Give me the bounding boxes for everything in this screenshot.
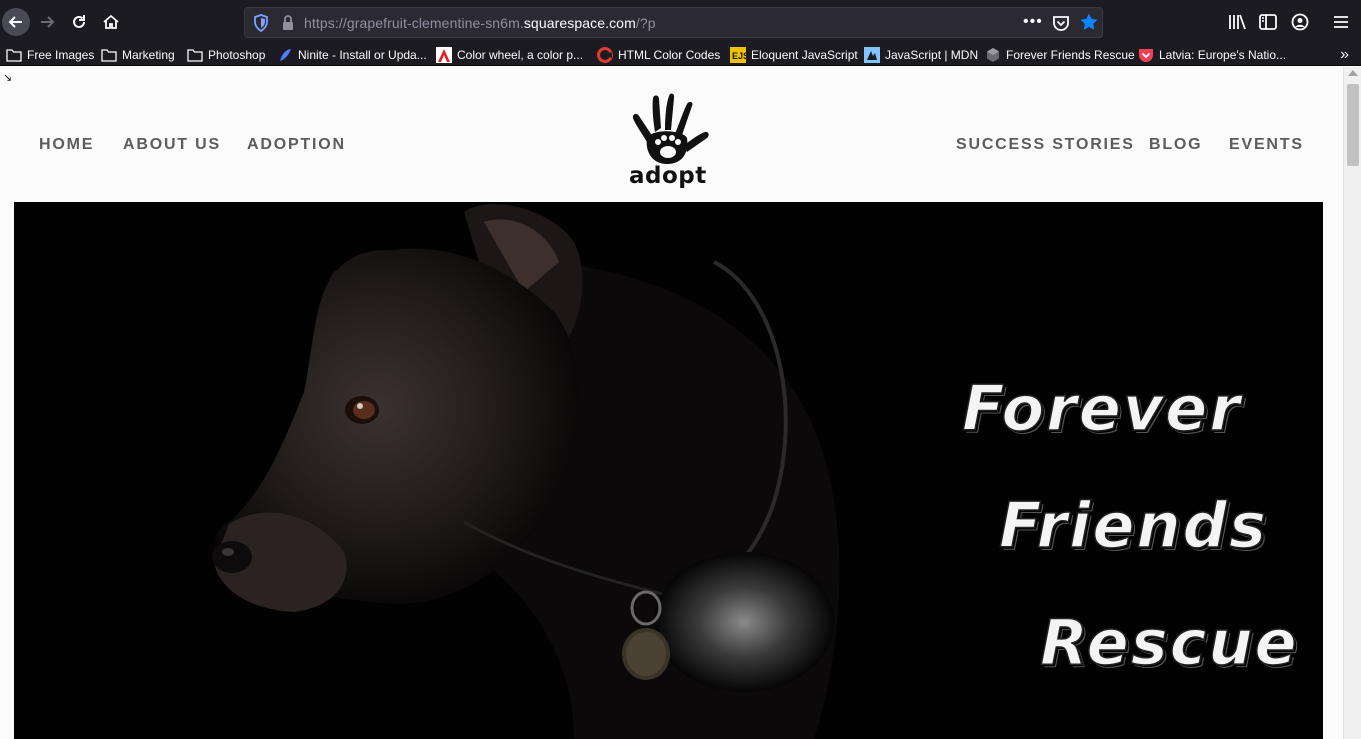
bookmark-eloquent-javascript[interactable]: EJS Eloquent JavaScript: [730, 45, 858, 65]
bookmark-star-icon[interactable]: [1079, 12, 1099, 32]
back-button[interactable]: [2, 8, 30, 36]
folder-icon: [187, 49, 203, 62]
bookmark-label: Marketing: [122, 48, 175, 62]
folder-icon: [6, 49, 22, 62]
resize-arrow-icon: ↘: [3, 72, 13, 84]
home-button[interactable]: [97, 8, 125, 36]
bookmark-label: HTML Color Codes: [618, 48, 721, 62]
bookmark-label: Photoshop: [208, 48, 266, 62]
forward-arrow-icon: [41, 16, 55, 28]
logo-wordmark: adopt: [629, 163, 707, 189]
hero-title-line-1: Forever: [961, 371, 1242, 446]
page-actions-menu[interactable]: •••: [1023, 13, 1043, 31]
bookmark-label: Color wheel, a color p...: [457, 48, 584, 62]
hero-title-line-3: Rescue: [1039, 605, 1299, 680]
url-text[interactable]: https://grapefruit-clementine-sn6m.squar…: [304, 15, 656, 31]
bookmark-latvia[interactable]: Latvia: Europe's Natio...: [1138, 45, 1286, 65]
color-codes-icon: [597, 47, 613, 63]
bookmark-photoshop[interactable]: Photoshop: [187, 45, 265, 65]
page-scrollbar[interactable]: [1343, 67, 1361, 739]
url-prefix: https://grapefruit-clementine-sn6m.: [304, 15, 524, 31]
back-arrow-icon: [8, 16, 22, 28]
reload-button[interactable]: [65, 8, 93, 36]
nav-events-link[interactable]: EVENTS: [1229, 136, 1304, 154]
nav-about-us-link[interactable]: ABOUT US: [123, 136, 221, 154]
bookmark-marketing[interactable]: Marketing: [101, 45, 175, 65]
ejs-icon: EJS: [730, 47, 746, 63]
hamburger-menu-icon[interactable]: [1331, 13, 1351, 31]
sidebar-icon[interactable]: [1258, 13, 1278, 31]
bookmark-label: Forever Friends Rescue: [1006, 48, 1135, 62]
pocket-icon[interactable]: [1052, 14, 1070, 32]
hero-banner: Forever Friends Rescue: [14, 202, 1323, 739]
bookmark-label: JavaScript | MDN: [885, 48, 979, 62]
bookmark-forever-friends-rescue[interactable]: Forever Friends Rescue: [985, 45, 1135, 65]
bookmarks-overflow-button[interactable]: »: [1340, 46, 1349, 64]
scroll-up-arrow-icon[interactable]: [1348, 70, 1358, 76]
browser-toolbar: https://grapefruit-clementine-sn6m.squar…: [0, 0, 1361, 44]
page-viewport: ↘ HOME ABOUT US ADOPTION adopt SUCCESS S…: [0, 67, 1343, 739]
nav-blog-link[interactable]: BLOG: [1149, 136, 1202, 154]
bookmark-color-wheel[interactable]: Color wheel, a color p...: [436, 45, 583, 65]
url-suffix: /?p: [635, 15, 656, 31]
bookmark-label: Ninite - Install or Upda...: [298, 48, 427, 62]
nav-success-stories-link[interactable]: SUCCESS STORIES: [956, 136, 1135, 154]
account-icon[interactable]: [1290, 13, 1310, 31]
reload-icon: [73, 15, 85, 28]
lock-icon[interactable]: [281, 14, 295, 32]
scroll-thumb[interactable]: [1347, 84, 1359, 166]
bookmark-html-color-codes[interactable]: HTML Color Codes: [597, 45, 720, 65]
ninite-icon: [280, 49, 291, 61]
library-icon[interactable]: [1227, 13, 1247, 31]
address-bar[interactable]: https://grapefruit-clementine-sn6m.squar…: [244, 7, 1103, 38]
home-icon: [103, 14, 119, 29]
hero-title-line-2: Friends: [998, 488, 1268, 563]
pocket-icon: [1139, 49, 1153, 62]
bookmark-label: Eloquent JavaScript: [751, 48, 858, 62]
bookmark-free-images[interactable]: Free Images: [6, 45, 94, 65]
bookmarks-toolbar: Free Images Marketing Photoshop Ninite -…: [0, 44, 1361, 66]
tracking-shield-icon[interactable]: [253, 14, 269, 32]
folder-icon: [101, 49, 117, 62]
bookmark-mdn[interactable]: JavaScript | MDN: [864, 45, 978, 65]
forward-button[interactable]: [33, 8, 61, 36]
nav-home-link[interactable]: HOME: [39, 136, 94, 154]
bookmark-label: Latvia: Europe's Natio...: [1159, 48, 1287, 62]
url-host: squarespace.com: [523, 15, 636, 31]
svg-text:EJS: EJS: [732, 51, 746, 61]
nav-adoption-link[interactable]: ADOPTION: [247, 136, 346, 154]
bookmark-ninite[interactable]: Ninite - Install or Upda...: [277, 45, 427, 65]
squarespace-icon: [987, 48, 999, 62]
mdn-icon: [864, 47, 880, 63]
adobe-icon: [436, 47, 452, 63]
bookmark-label: Free Images: [27, 48, 95, 62]
